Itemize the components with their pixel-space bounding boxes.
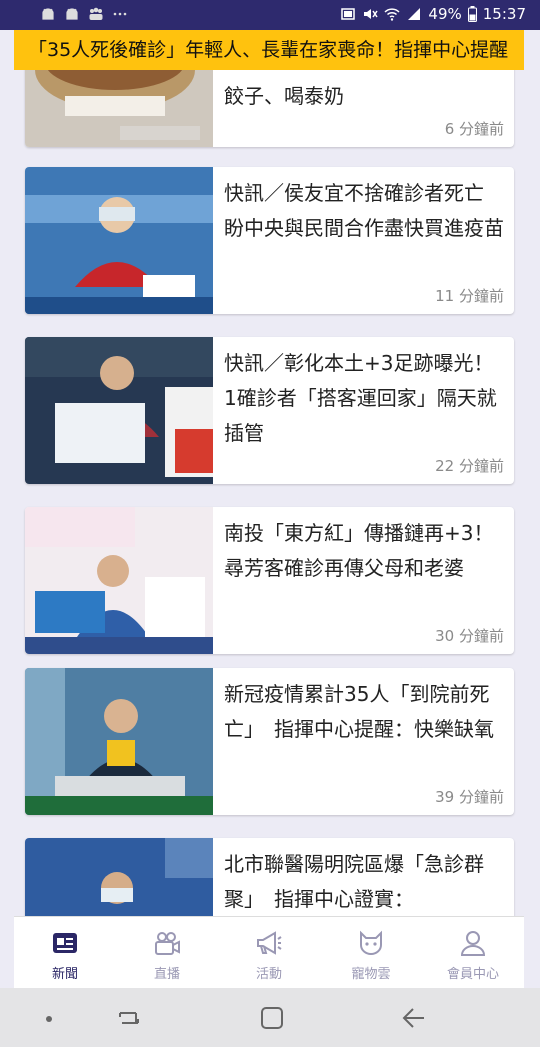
system-navigation-bar [0, 988, 540, 1047]
back-icon[interactable] [400, 1005, 428, 1031]
news-feed[interactable]: 餃子、喝泰奶 6 分鐘前 快訊／侯友宜不捨確診者死亡 盼中央與民間合作盡快買進疫… [0, 70, 540, 916]
article-title: 快訊／侯友宜不捨確診者死亡 盼中央與民間合作盡快買進疫苗 [224, 181, 504, 240]
news-card[interactable]: 北市聯醫陽明院區爆「急診群聚」 指揮中心證實： [25, 838, 514, 916]
tab-label: 會員中心 [446, 967, 499, 982]
signal-icon [408, 8, 421, 20]
news-card[interactable]: 餃子、喝泰奶 6 分鐘前 [25, 70, 514, 147]
tab-pets[interactable]: 寵物雲 [320, 917, 422, 989]
battery-level: 49% [428, 5, 462, 23]
article-time: 6 分鐘前 [444, 120, 504, 138]
clock: 15:37 [482, 5, 526, 23]
news-card[interactable]: 南投「東方紅」傳播鏈再+3！尋芳客確診再傳父母和老婆 30 分鐘前 [25, 507, 514, 654]
breaking-news-ticker[interactable]: 「35人死後確診」年輕人、長輩在家喪命！指揮中心提醒 [14, 30, 524, 70]
article-title: 新冠疫情累計35人「到院前死亡」 指揮中心提醒：快樂缺氧 [224, 682, 494, 741]
mute-icon [364, 9, 379, 19]
article-title: 北市聯醫陽明院區爆「急診群聚」 指揮中心證實： [224, 852, 484, 911]
recent-apps-icon[interactable] [116, 1005, 142, 1031]
megaphone-icon [257, 931, 282, 955]
tab-label: 寵物雲 [351, 967, 391, 982]
news-card[interactable]: 快訊／侯友宜不捨確診者死亡 盼中央與民間合作盡快買進疫苗 11 分鐘前 [25, 167, 514, 314]
article-time: 11 分鐘前 [435, 287, 504, 305]
article-time: 22 分鐘前 [435, 457, 504, 475]
cast-icon [341, 8, 356, 20]
android-icon [66, 8, 78, 20]
article-time: 39 分鐘前 [435, 788, 504, 806]
article-thumbnail [25, 337, 213, 484]
pet-icon [360, 930, 382, 955]
dot-icon [46, 1016, 52, 1022]
member-icon [460, 931, 486, 956]
news-card[interactable]: 新冠疫情累計35人「到院前死亡」 指揮中心提醒：快樂缺氧 39 分鐘前 [25, 668, 514, 815]
article-thumbnail [25, 838, 213, 916]
article-title: 南投「東方紅」傳播鏈再+3！尋芳客確診再傳父母和老婆 [224, 521, 494, 580]
notification-icons [40, 6, 128, 22]
article-title: 快訊／彰化本土+3足跡曝光！1確診者「搭客運回家」隔天就插管 [224, 351, 497, 445]
article-time: 30 分鐘前 [435, 627, 504, 645]
people-icon [89, 7, 103, 20]
article-thumbnail [25, 507, 213, 654]
system-indicators: 49% 15:37 [340, 5, 526, 23]
article-thumbnail [25, 167, 213, 314]
article-title: 餃子、喝泰奶 [224, 84, 344, 108]
battery-icon [467, 6, 477, 22]
tab-label: 新聞 [51, 967, 78, 982]
home-icon[interactable] [259, 1005, 285, 1031]
bottom-tab-bar: 新聞 直播 活動 寵物雲 會員中心 [14, 916, 524, 989]
tab-events[interactable]: 活動 [218, 917, 320, 989]
news-card[interactable]: 快訊／彰化本土+3足跡曝光！1確診者「搭客運回家」隔天就插管 22 分鐘前 [25, 337, 514, 484]
article-thumbnail [25, 70, 213, 147]
tab-member[interactable]: 會員中心 [422, 917, 524, 989]
news-icon [53, 933, 77, 953]
tab-label: 活動 [255, 967, 282, 982]
more-icon [113, 12, 127, 16]
wifi-icon [384, 8, 400, 21]
tab-news[interactable]: 新聞 [14, 917, 116, 989]
article-thumbnail [25, 668, 213, 815]
tab-label: 直播 [153, 967, 180, 982]
android-icon [42, 8, 54, 20]
live-camera-icon [155, 932, 180, 955]
status-bar: 49% 15:37 [0, 0, 540, 30]
tab-live[interactable]: 直播 [116, 917, 218, 989]
